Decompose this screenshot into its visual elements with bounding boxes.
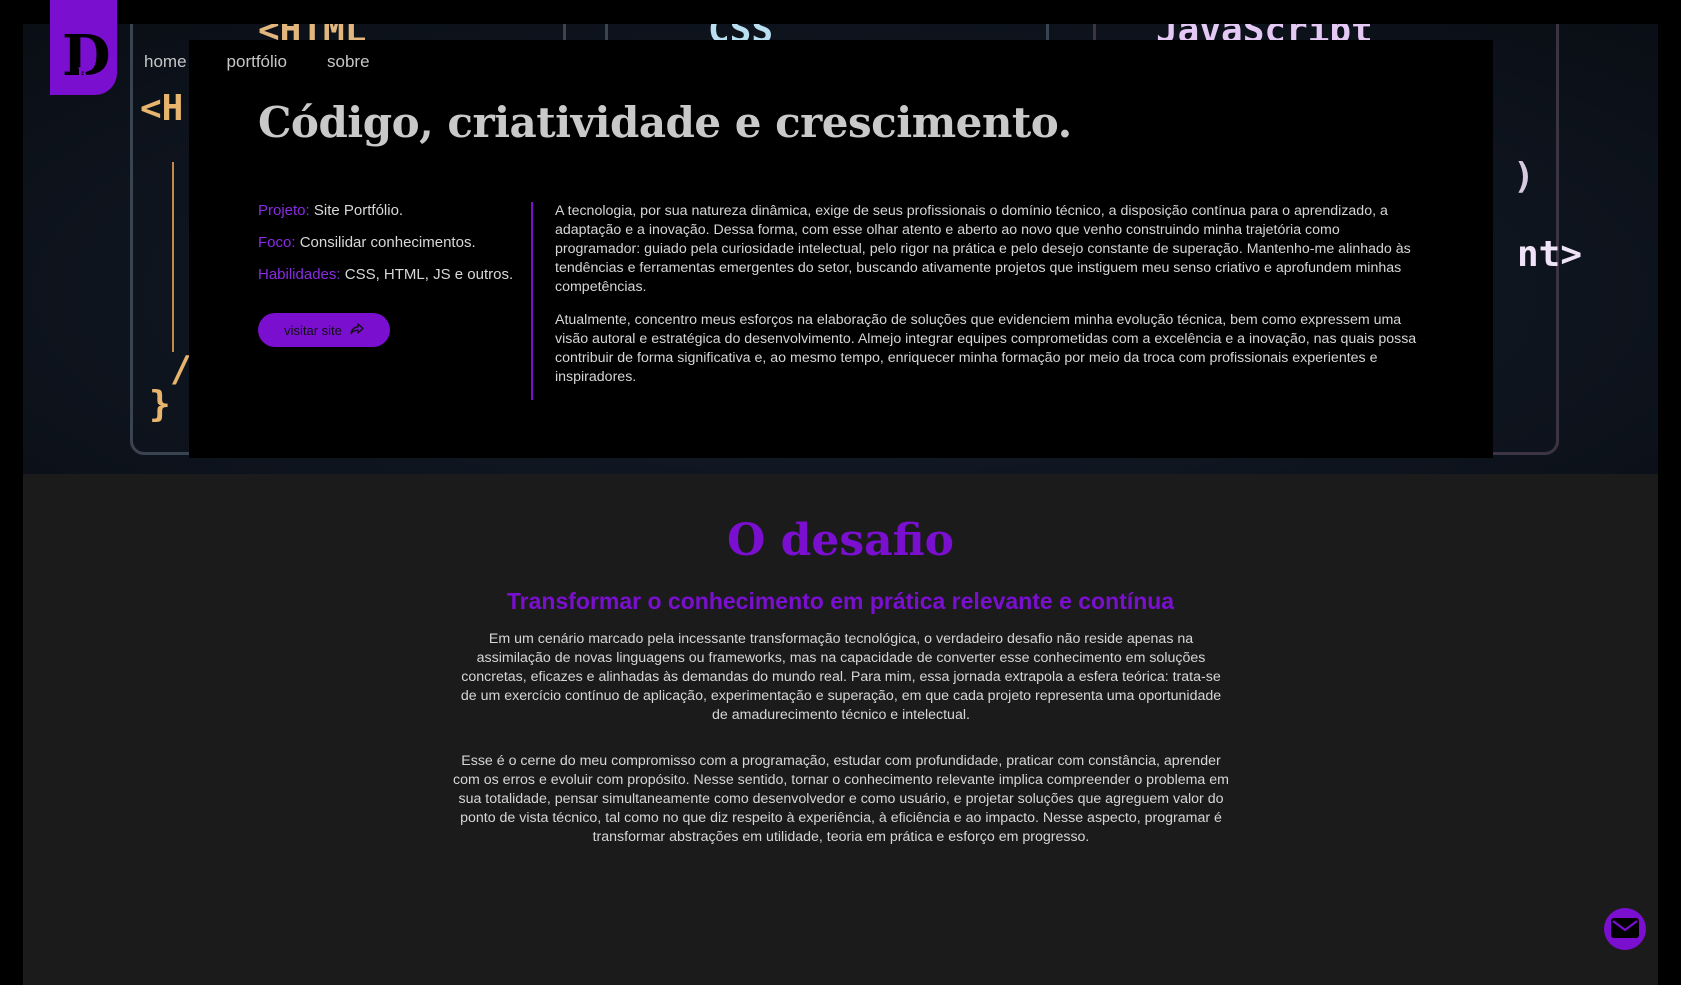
vertical-divider [531,202,533,400]
about-paragraph: A tecnologia, por sua natureza dinâmica,… [555,203,1411,295]
visit-site-button[interactable]: visitar site [258,313,390,347]
bg-code-paren: ) [1513,156,1535,197]
mail-icon [1610,917,1640,942]
meta-focus-value: Consilidar conhecimentos. [299,234,476,251]
meta-focus-key: Foco: [258,234,296,251]
main-nav: home portfólio sobre [144,52,370,72]
meta-project: Projeto: Site Portfólio. [258,201,513,221]
meta-focus: Foco: Consilidar conhecimentos. [258,233,513,253]
project-meta: Projeto: Site Portfólio. Foco: Consilida… [258,201,513,297]
meta-skills-value: CSS, HTML, JS e outros. [344,266,514,283]
nav-about[interactable]: sobre [327,52,370,72]
share-arrow-icon [350,322,364,338]
bg-code-brace: } [149,384,171,425]
challenge-title: O desafio [726,515,955,566]
visit-site-label: visitar site [284,322,342,338]
bg-code-nt: nt> [1517,234,1583,275]
nav-home[interactable]: home [144,52,187,72]
nav-portfolio[interactable]: portfólio [227,52,287,72]
challenge-paragraph: Esse é o cerne do meu compromisso com a … [453,753,1229,845]
meta-skills-key: Habilidades: [258,266,341,283]
about-text: A tecnologia, por sua natureza dinâmica,… [555,202,1425,401]
challenge-subtitle: Transformar o conhecimento em prática re… [506,588,1175,614]
meta-project-value: Site Portfólio. [313,202,404,219]
logo-sub: R [77,66,89,82]
meta-project-key: Projeto: [258,202,310,219]
challenge-text: Em um cenário marcado pela incessante tr… [452,630,1230,874]
bg-code-h: <H [140,88,184,129]
about-paragraph: Atualmente, concentro meus esforços na e… [555,312,1417,385]
challenge-paragraph: Em um cenário marcado pela incessante tr… [460,631,1222,723]
hero-title: Código, criatividade e crescimento. [258,98,1072,147]
meta-skills: Habilidades: CSS, HTML, JS e outros. [258,265,513,285]
brand-logo[interactable]: D R [50,0,117,95]
contact-mail-button[interactable] [1604,908,1646,950]
